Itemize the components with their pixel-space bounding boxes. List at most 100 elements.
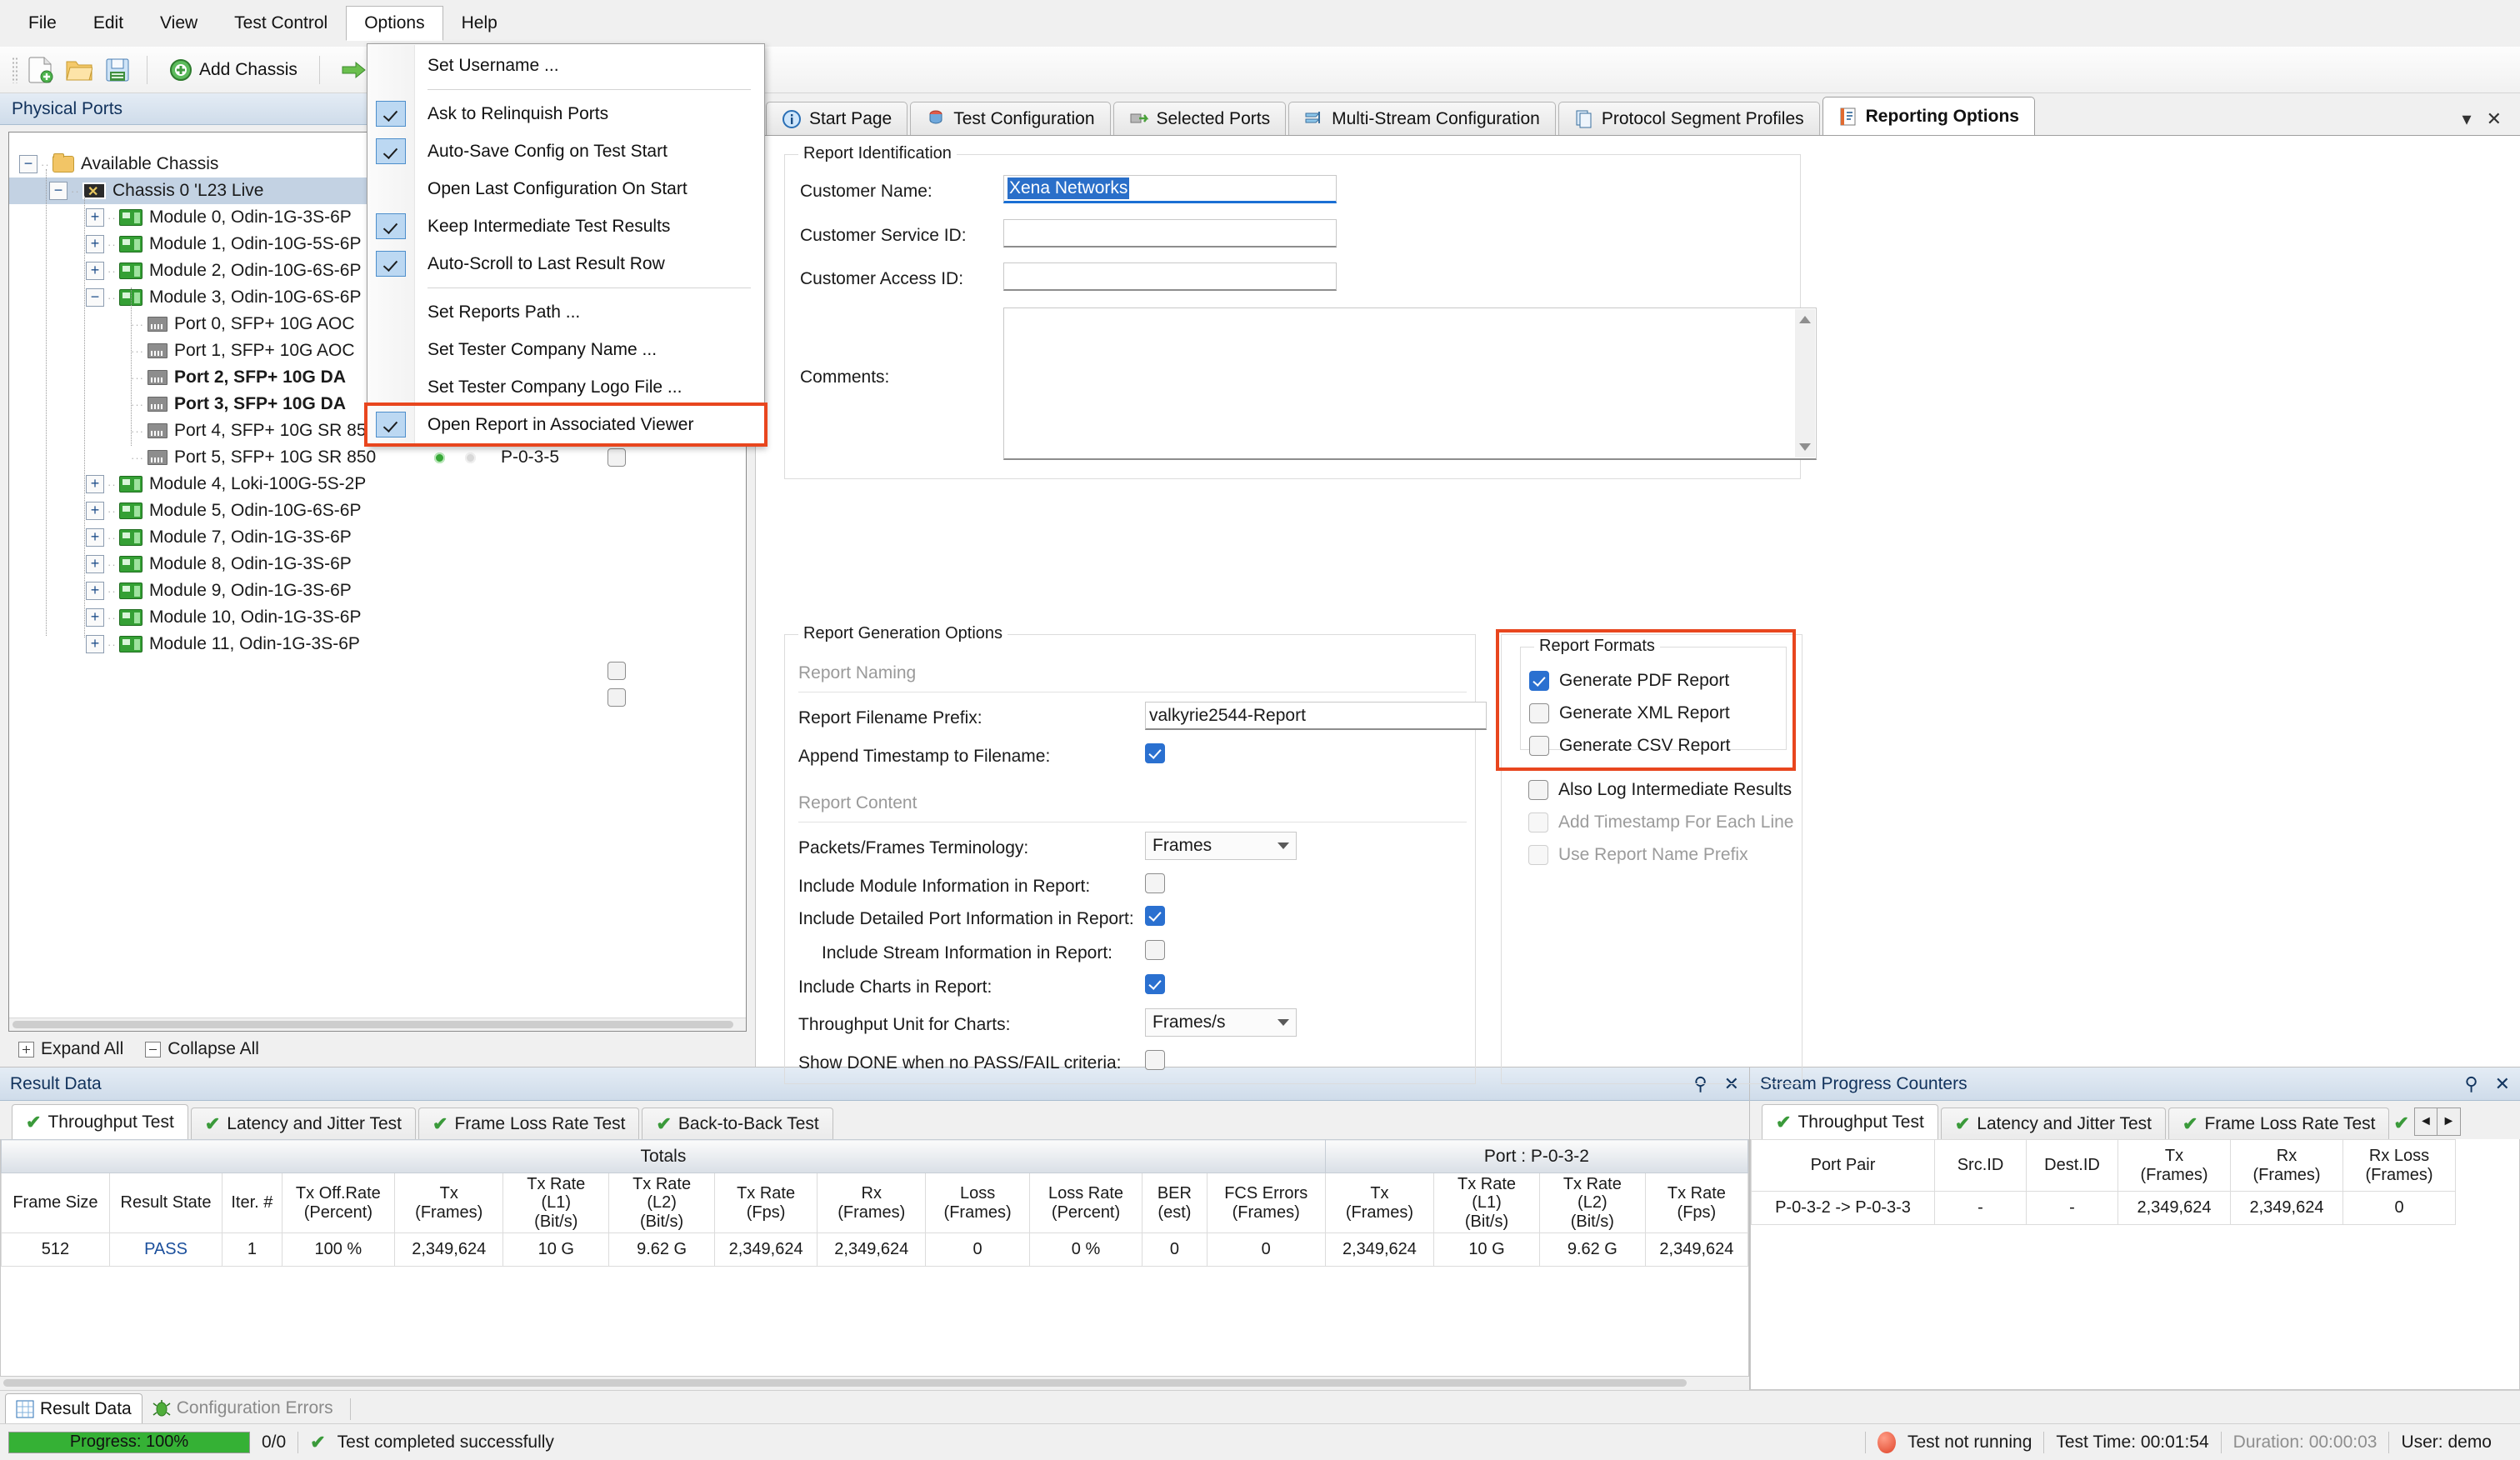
filename-prefix-input[interactable]: valkyrie2544-Report: [1145, 702, 1487, 730]
report-format-pdf-checkbox[interactable]: [1529, 670, 1549, 691]
tab-protocol-segment-profiles[interactable]: Protocol Segment Profiles: [1558, 102, 1820, 135]
report-extra-option-1[interactable]: Add Timestamp For Each Line: [1528, 806, 1793, 838]
pin-icon[interactable]: ⚲: [2464, 1073, 2478, 1095]
expand-all-button[interactable]: Expand All: [18, 1039, 123, 1059]
report-format-csv-checkbox[interactable]: [1529, 735, 1549, 756]
tree-node[interactable]: + ·· Module 7, Odin-1G-3S-6P: [9, 524, 746, 551]
port-select-checkbox[interactable]: [608, 688, 626, 707]
test-tab-latency-and-jitter-test[interactable]: ✔ Latency and Jitter Test: [1940, 1108, 2166, 1139]
customer-access-id-input[interactable]: [1003, 262, 1337, 291]
arrow-right-icon[interactable]: ►: [2437, 1108, 2461, 1136]
menu-item-ask-to-relinquish-ports[interactable]: Ask to Relinquish Ports: [368, 95, 764, 132]
tree-expander-minus-icon[interactable]: −: [86, 288, 104, 307]
tab-multi-stream-configuration[interactable]: Multi-Stream Configuration: [1288, 102, 1556, 135]
customer-service-id-input[interactable]: [1003, 219, 1337, 248]
tree-expander-plus-icon[interactable]: +: [86, 262, 104, 280]
tree-expander-plus-icon[interactable]: +: [86, 208, 104, 227]
tree-expander-plus-icon[interactable]: +: [86, 235, 104, 253]
table-row[interactable]: 512 PASS 1 100 % 2,349,624 10 G 9.62 G 2,349,62…: [1, 1232, 1748, 1268]
save-disk-icon[interactable]: [102, 54, 133, 86]
tab-test-configuration[interactable]: Test Configuration: [910, 102, 1111, 135]
menu-item-auto-save-config-on-test-start[interactable]: Auto-Save Config on Test Start: [368, 132, 764, 170]
menu-item-open-report-in-associated-viewer[interactable]: Open Report in Associated Viewer: [368, 406, 764, 443]
tree-expander-plus-icon[interactable]: +: [86, 475, 104, 493]
customer-name-input[interactable]: Xena Networks: [1003, 175, 1337, 203]
menu-item-set-tester-company-name[interactable]: Set Tester Company Name ...: [368, 331, 764, 368]
menu-help[interactable]: Help: [443, 7, 516, 40]
menu-view[interactable]: View: [142, 7, 216, 40]
tree-expander-minus-icon[interactable]: −: [19, 155, 38, 173]
test-tab-latency-and-jitter-test[interactable]: ✔ Latency and Jitter Test: [190, 1108, 416, 1139]
report-extra-option-0[interactable]: Also Log Intermediate Results: [1528, 773, 1793, 806]
close-icon[interactable]: ✕: [2487, 108, 2502, 130]
toolbar-grip[interactable]: [12, 56, 18, 83]
menu-item-set-tester-company-logo-file[interactable]: Set Tester Company Logo File ...: [368, 368, 764, 406]
tree-node[interactable]: ···· Port 5, SFP+ 10G SR 850 P-0-3-5: [9, 444, 746, 471]
test-tab-back-to-back-test[interactable]: ✔ Back-to-Back Test: [642, 1108, 833, 1139]
close-icon[interactable]: ✕: [2495, 1073, 2510, 1095]
tab-scroll-buttons[interactable]: ◄ ►: [2413, 1108, 2461, 1136]
include-port-checkbox[interactable]: [1145, 906, 1165, 926]
tab-start-page[interactable]: Start Page: [766, 102, 908, 135]
port-select-checkbox[interactable]: [608, 448, 626, 467]
report-extra-option-1-checkbox[interactable]: [1528, 812, 1548, 832]
result-data-hscroll[interactable]: [0, 1377, 1749, 1390]
tree-node[interactable]: + ·· Module 11, Odin-1G-3S-6P: [9, 631, 746, 658]
menu-item-set-reports-path[interactable]: Set Reports Path ...: [368, 293, 764, 331]
menu-test-control[interactable]: Test Control: [216, 7, 346, 40]
menu-file[interactable]: File: [10, 7, 75, 40]
report-extra-option-2[interactable]: Use Report Name Prefix: [1528, 838, 1793, 871]
report-extra-option-2-checkbox[interactable]: [1528, 844, 1548, 865]
new-document-icon[interactable]: [25, 54, 57, 86]
arrow-left-icon[interactable]: ◄: [2413, 1108, 2438, 1136]
tree-expander-minus-icon[interactable]: −: [49, 182, 68, 200]
test-tab-frame-loss-rate-test[interactable]: ✔ Frame Loss Rate Test: [2168, 1108, 2390, 1139]
tree-node[interactable]: + ·· Module 5, Odin-10G-6S-6P: [9, 498, 746, 524]
menu-item-auto-scroll-to-last-result-row[interactable]: Auto-Scroll to Last Result Row: [368, 245, 764, 282]
port-select-checkbox[interactable]: [608, 662, 626, 680]
status-tab-configuration-errors[interactable]: Configuration Errors: [142, 1393, 343, 1423]
include-charts-checkbox[interactable]: [1145, 974, 1165, 994]
menu-item-set-username[interactable]: Set Username ...: [368, 47, 764, 84]
include-module-checkbox[interactable]: [1145, 873, 1165, 893]
chevron-down-icon[interactable]: ▾: [2462, 108, 2472, 130]
tree-node[interactable]: + ·· Module 8, Odin-1G-3S-6P: [9, 551, 746, 578]
open-folder-icon[interactable]: [63, 54, 95, 86]
report-format-csv[interactable]: Generate CSV Report: [1529, 729, 1730, 762]
tab-selected-ports[interactable]: Selected Ports: [1112, 102, 1287, 135]
report-format-xml[interactable]: Generate XML Report: [1529, 697, 1730, 729]
tree-expander-plus-icon[interactable]: +: [86, 555, 104, 573]
add-chassis-button[interactable]: Add Chassis: [161, 56, 306, 84]
terminology-select[interactable]: Frames: [1145, 832, 1297, 860]
menu-item-open-last-configuration-on-start[interactable]: Open Last Configuration On Start: [368, 170, 764, 208]
include-stream-checkbox[interactable]: [1145, 940, 1165, 960]
menu-item-keep-intermediate-test-results[interactable]: Keep Intermediate Test Results: [368, 208, 764, 245]
report-format-pdf[interactable]: Generate PDF Report: [1529, 664, 1730, 697]
append-timestamp-checkbox[interactable]: [1145, 743, 1165, 763]
tree-expander-plus-icon[interactable]: +: [86, 635, 104, 653]
tree-expander-plus-icon[interactable]: +: [86, 528, 104, 547]
menu-options[interactable]: Options: [346, 6, 443, 41]
collapse-all-button[interactable]: Collapse All: [145, 1039, 259, 1059]
status-tab-result-data[interactable]: Result Data: [5, 1393, 142, 1423]
tree-expander-plus-icon[interactable]: +: [86, 502, 104, 520]
tree-node[interactable]: + ·· Module 4, Loki-100G-5S-2P: [9, 471, 746, 498]
options-dropdown-menu[interactable]: Set Username ... Ask to Relinquish Ports A…: [364, 43, 768, 447]
tree-node[interactable]: + ·· Module 9, Odin-1G-3S-6P: [9, 578, 746, 604]
comments-scrollbar[interactable]: [1795, 309, 1815, 458]
throughput-unit-select[interactable]: Frames/s: [1145, 1008, 1297, 1037]
test-tab-frame-loss-rate-test[interactable]: ✔ Frame Loss Rate Test: [418, 1108, 640, 1139]
table-row[interactable]: P-0-3-2 -> P-0-3-3- -2,349,624 2,349,624 0: [1751, 1191, 2456, 1225]
tree-expander-plus-icon[interactable]: +: [86, 582, 104, 600]
tab-reporting-options[interactable]: Reporting Options: [1822, 97, 2035, 135]
tree-expander-plus-icon[interactable]: +: [86, 608, 104, 627]
report-extra-option-0-checkbox[interactable]: [1528, 779, 1548, 800]
show-done-checkbox[interactable]: [1145, 1050, 1165, 1070]
tree-node[interactable]: + ·· Module 10, Odin-1G-3S-6P: [9, 604, 746, 631]
comments-textarea[interactable]: [1003, 308, 1817, 460]
test-tab-throughput-test[interactable]: ✔ Throughput Test: [12, 1104, 188, 1139]
report-format-xml-checkbox[interactable]: [1529, 702, 1549, 723]
test-tab-throughput-test[interactable]: ✔ Throughput Test: [1762, 1104, 1938, 1139]
tree-horizontal-scrollbar[interactable]: [9, 1018, 746, 1031]
menu-edit[interactable]: Edit: [75, 7, 142, 40]
